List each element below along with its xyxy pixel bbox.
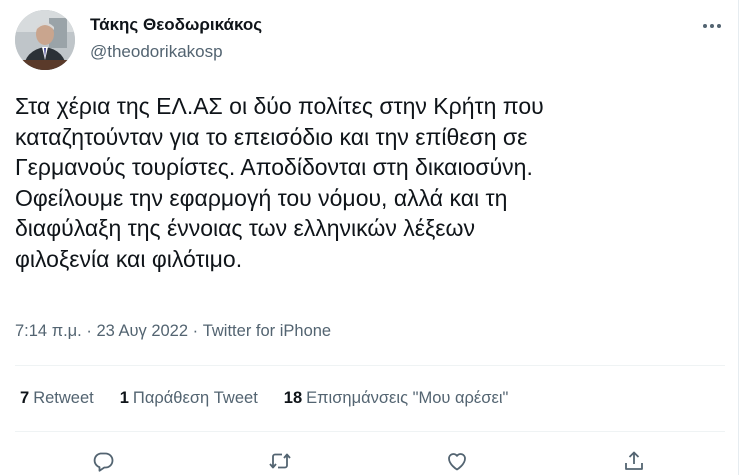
- heart-icon: [448, 453, 466, 471]
- more-horizontal-icon-dot: [710, 24, 714, 28]
- tweet-stats: 7 Retweet 1 Παράθεση Tweet 18 Επισημάνσεις …: [20, 389, 508, 408]
- author-handle[interactable]: @theodorikakosp: [90, 42, 223, 62]
- likes-count: 18: [283, 389, 303, 407]
- likes-stat[interactable]: 18 Επισημάνσεις "Μου αρέσει": [284, 389, 509, 408]
- quotes-label: Παράθεση Tweet: [132, 389, 258, 407]
- quotes-stat[interactable]: 1 Παράθεση Tweet: [120, 389, 258, 408]
- avatar-image: [15, 10, 75, 70]
- tweet-meta: 7:14 π.μ. · 23 Αυγ 2022 · Twitter for iP…: [15, 322, 331, 341]
- retweet-icon: [269, 453, 291, 469]
- meta-separator: ·: [188, 322, 203, 340]
- tweet-text: Στα χέρια της ΕΛ.ΑΣ οι δύο πολίτες στην …: [15, 93, 544, 272]
- more-horizontal-icon-dot: [717, 24, 721, 28]
- retweets-stat[interactable]: 7 Retweet: [20, 389, 94, 408]
- author-name[interactable]: Τάκης Θεοδωρικάκος: [90, 15, 262, 35]
- likes-label: Επισημάνσεις "Μου αρέσει": [306, 389, 509, 407]
- meta-separator: ·: [81, 322, 97, 340]
- more-options-button[interactable]: [699, 16, 725, 36]
- tweet-date[interactable]: 23 Αυγ 2022: [96, 322, 188, 340]
- share-icon: [625, 451, 643, 470]
- tweet-source[interactable]: Twitter for iPhone: [203, 322, 331, 340]
- retweets-count: 7: [20, 389, 30, 407]
- quotes-count: 1: [119, 389, 129, 407]
- share-button[interactable]: [621, 448, 647, 474]
- like-button[interactable]: [444, 448, 470, 474]
- tweet-time[interactable]: 7:14 π.μ.: [15, 322, 82, 340]
- retweet-button[interactable]: [267, 448, 293, 474]
- avatar[interactable]: [15, 10, 75, 70]
- reply-button[interactable]: [90, 448, 116, 474]
- retweets-label: Retweet: [33, 389, 94, 407]
- divider: [15, 365, 725, 366]
- reply-icon: [93, 452, 114, 472]
- action-bar: [0, 446, 739, 476]
- divider: [15, 431, 725, 432]
- more-horizontal-icon: [703, 24, 707, 28]
- tweet-container: Τάκης Θεοδωρικάκος @theodorikakosp Στα χ…: [0, 0, 739, 475]
